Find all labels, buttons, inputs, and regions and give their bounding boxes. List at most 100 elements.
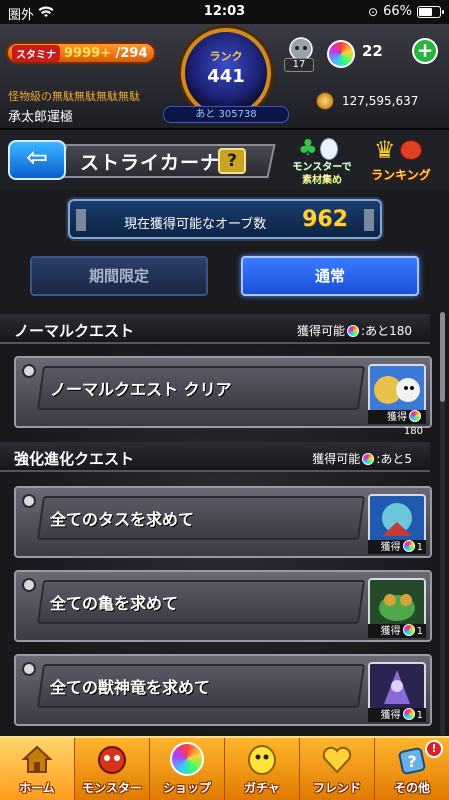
nav-label: ガチャ [244,781,280,795]
rank-next-exp: あと 305738 [163,106,289,123]
quest-card[interactable]: 全ての亀を求めて 獲得 1 [14,570,432,642]
nav-gacha[interactable]: ガチャ [225,738,300,800]
reward-value: 1 [416,710,423,721]
add-orb-button[interactable]: + [412,38,438,64]
reward-value: 1 [416,626,423,637]
bullet-icon [22,662,36,676]
bullet-icon [22,494,36,508]
available-orbs-value: 962 [302,207,348,232]
stamina-gauge[interactable]: スタミナ 9999+ /294 [6,42,156,64]
quest-reward: 獲得 1 [368,708,426,722]
tab-limited[interactable]: 期間限定 [30,256,208,296]
rank-label: ランク [209,50,243,63]
player-title: 怪物級の無駄無駄無駄無駄 [8,90,140,103]
section-availability: 獲得可能 :あと180 [297,322,412,339]
orb-icon [347,325,360,337]
available-orbs-label: 現在獲得可能なオーブ数 [124,217,267,232]
quest-label: ノーマルクエスト クリア [50,380,232,399]
quest-reward: 獲得 1 [368,624,426,638]
list-scrollbar[interactable] [440,312,445,736]
quest-label: 全ての亀を求めて [50,594,179,613]
bullet-icon [22,364,36,378]
quest-card[interactable]: ノーマルクエスト クリア 獲得 180 [14,356,432,437]
quest-card[interactable]: 全てのタスを求めて 獲得 1 [14,486,432,558]
quest-monster-thumbnail [368,364,426,416]
orientation-lock-icon: ⊙ [368,4,379,19]
quest-card[interactable]: 全ての獣神竜を求めて 獲得 1 [14,654,432,726]
quest-monster-thumbnail [368,578,426,630]
stamina-label: スタミナ [12,44,60,62]
reward-prefix: 獲得 [380,542,401,553]
panel-cap-right [364,209,374,231]
ranking-button[interactable]: ♛ ランキング [366,136,436,186]
reward-value: 180 [403,426,423,437]
other-icon: ? [395,742,429,776]
character-face-icon [400,140,422,160]
section-availability: 獲得可能:あと5 [312,450,412,467]
nav-monster[interactable]: モンスター [75,738,150,800]
help-button[interactable]: ? [218,148,246,174]
reward-prefix: 獲得 [380,626,401,637]
player-name: 承太郎運極 [8,110,74,125]
stamina-value: 9999+ /294 [64,46,148,61]
orb-icon [402,708,415,720]
coin-count: 127,595,637 [342,94,419,108]
nav-label: フレンド [312,781,361,795]
section-header-normal: ノーマルクエスト 獲得可能 :あと180 [0,314,430,344]
egg-icon [320,138,338,160]
availability-remaining: :あと180 [361,324,412,338]
section-title: 強化進化クエスト [14,450,135,468]
section-header-evolution: 強化進化クエスト 獲得可能:あと5 [0,442,430,472]
nav-other[interactable]: ? ! その他 [375,738,449,800]
orb-icon [402,624,415,636]
home-icon [20,742,54,776]
stamina-max: /294 [115,45,148,61]
orb-count: 22 [362,42,383,60]
coin-icon [316,92,334,110]
reward-prefix: 獲得 [387,412,407,423]
monster-material-button[interactable]: ♣ モンスターで 素材集め [290,136,352,186]
section-title: ノーマルクエスト [14,322,135,340]
back-button[interactable]: ⇦ [8,140,66,180]
scroll-thumb[interactable] [440,312,445,402]
monster-icon [95,742,129,776]
nav-label: ホーム [19,781,55,795]
quest-list[interactable]: ノーマルクエスト 獲得可能 :あと180 ノーマルクエスト クリア 獲得 180 強… [0,312,449,736]
battery-percent: 66% [383,4,412,19]
panel-cap-left [76,209,86,231]
svg-text:?: ? [407,752,416,771]
orb-icon [409,410,421,422]
player-status-bar: スタミナ 9999+ /294 ランク 441 あと 305738 17 22 … [0,24,449,130]
gacha-icon [245,742,279,776]
availability-prefix: 獲得可能 [297,324,346,338]
rank-value: 441 [207,66,245,87]
orb-icon [402,540,415,552]
quest-label: 全てのタスを求めて [50,510,195,529]
reward-value: 1 [416,542,423,553]
nav-label: モンスター [82,781,142,795]
orb-icon [327,40,355,68]
battery-icon [417,5,444,18]
page-header: ⇦ ストライカーナビ ? ♣ モンスターで 素材集め ♛ ランキング [0,130,449,190]
reward-prefix: 獲得 [380,710,401,721]
nav-label: その他 [393,781,430,795]
quest-reward: 獲得 180 [368,410,426,437]
rank-badge: ランク 441 [181,28,271,118]
crown-icon: ♛ [374,136,396,164]
nav-shop[interactable]: ショップ [150,738,225,800]
available-orbs-panel: 現在獲得可能なオーブ数 962 [68,199,382,239]
quest-reward: 獲得 1 [368,540,426,554]
tab-normal[interactable]: 通常 [241,256,419,296]
ranking-label: ランキング [371,168,431,182]
helper-count: 17 [284,58,314,72]
quest-monster-thumbnail [368,662,426,714]
bullet-icon [22,578,36,592]
notification-badge: ! [425,740,443,758]
quest-monster-thumbnail [368,494,426,546]
orb-icon [362,453,375,465]
nav-friend[interactable]: フレンド [300,738,375,800]
nav-home[interactable]: ホーム [0,738,75,800]
monster-material-line2: 素材集め [302,175,342,186]
quest-label: 全ての獣神竜を求めて [50,678,211,697]
stamina-current: 9999+ [64,45,112,61]
